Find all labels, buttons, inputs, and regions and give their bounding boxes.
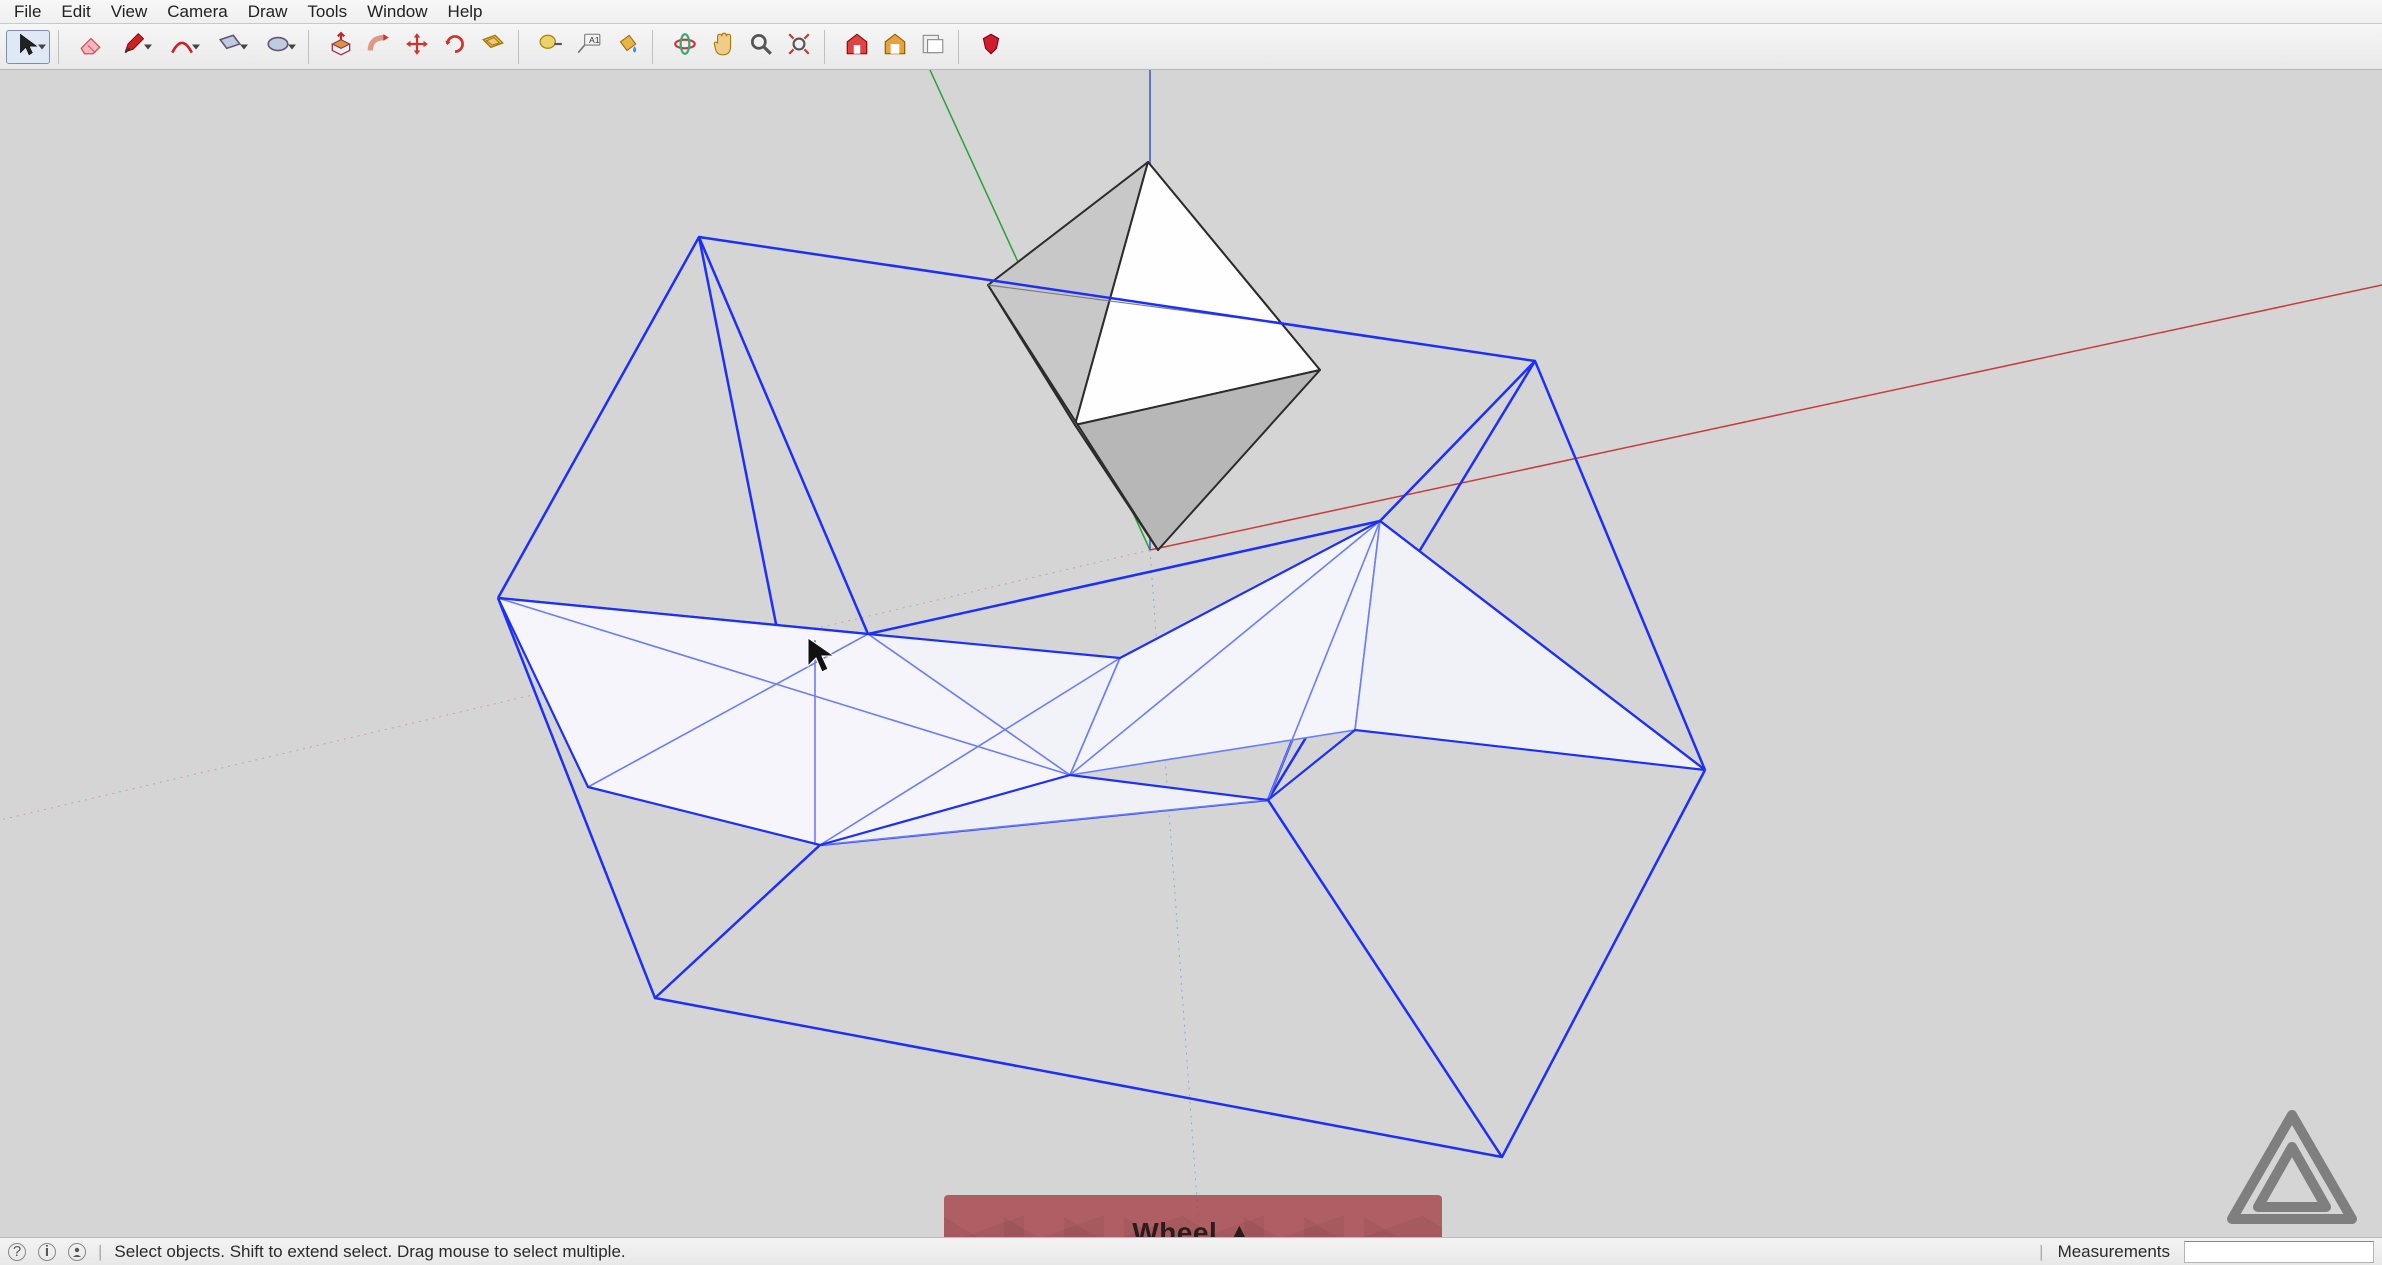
svg-text:A1: A1 bbox=[589, 35, 600, 45]
text-icon: A1 bbox=[576, 31, 602, 62]
hint-overlay: Wheel ▲ www.designerhacks.com bbox=[944, 1195, 1442, 1237]
pushpull-icon bbox=[328, 31, 354, 62]
status-sep: | bbox=[98, 1242, 102, 1262]
line-tool[interactable] bbox=[112, 30, 156, 64]
pan-icon bbox=[710, 31, 736, 62]
tape-icon bbox=[538, 31, 564, 62]
extension-tool[interactable] bbox=[878, 30, 912, 64]
menu-draw[interactable]: Draw bbox=[238, 0, 298, 24]
menu-edit[interactable]: Edit bbox=[51, 0, 100, 24]
zoom-tool[interactable] bbox=[744, 30, 778, 64]
toolbar-sep bbox=[58, 30, 66, 64]
rect-tool[interactable] bbox=[208, 30, 252, 64]
cursor-icon bbox=[15, 31, 41, 62]
rotate-tool[interactable] bbox=[438, 30, 472, 64]
rect-icon bbox=[217, 31, 243, 62]
offset-tool[interactable] bbox=[476, 30, 510, 64]
arc-icon bbox=[169, 31, 195, 62]
toolbar-sep bbox=[518, 30, 526, 64]
measurements-input[interactable] bbox=[2184, 1241, 2374, 1263]
arc-tool[interactable] bbox=[160, 30, 204, 64]
toolbar-sep bbox=[308, 30, 316, 64]
menu-help[interactable]: Help bbox=[438, 0, 493, 24]
circle-tool[interactable] bbox=[256, 30, 300, 64]
followme-icon bbox=[366, 31, 392, 62]
pushpull-tool[interactable] bbox=[324, 30, 358, 64]
paintbucket-icon bbox=[614, 31, 640, 62]
toolbar-sep bbox=[824, 30, 832, 64]
layout-tool[interactable] bbox=[916, 30, 950, 64]
menu-tools[interactable]: Tools bbox=[297, 0, 357, 24]
move-icon bbox=[404, 31, 430, 62]
paint-tool[interactable] bbox=[610, 30, 644, 64]
tape-tool[interactable] bbox=[534, 30, 568, 64]
model-canvas[interactable] bbox=[0, 70, 2382, 1237]
orbit-tool[interactable] bbox=[668, 30, 702, 64]
zoomextents-icon bbox=[786, 31, 812, 62]
viewport[interactable]: Wheel ▲ www.designerhacks.com bbox=[0, 70, 2382, 1237]
ruby-tool[interactable] bbox=[974, 30, 1008, 64]
pan-tool[interactable] bbox=[706, 30, 740, 64]
menu-camera[interactable]: Camera bbox=[157, 0, 237, 24]
offset-icon bbox=[480, 31, 506, 62]
octahedron[interactable] bbox=[988, 162, 1320, 550]
move-tool[interactable] bbox=[400, 30, 434, 64]
status-sep: | bbox=[2039, 1242, 2043, 1262]
pencil-icon bbox=[121, 31, 147, 62]
menu-view[interactable]: View bbox=[101, 0, 158, 24]
warehouse-icon bbox=[844, 31, 870, 62]
status-bar: ? i | Select objects. Shift to extend se… bbox=[0, 1237, 2382, 1265]
rotate-icon bbox=[442, 31, 468, 62]
help-icon[interactable]: ? bbox=[8, 1243, 26, 1261]
info-icon[interactable]: i bbox=[38, 1243, 56, 1261]
layout-icon bbox=[920, 31, 946, 62]
circle-icon bbox=[265, 31, 291, 62]
ruby-icon bbox=[978, 31, 1004, 62]
overlay-title: Wheel ▲ bbox=[1132, 1217, 1253, 1237]
watermark-logo bbox=[2222, 1107, 2362, 1227]
select-tool[interactable] bbox=[6, 30, 50, 64]
text-tool[interactable]: A1 bbox=[572, 30, 606, 64]
menu-file[interactable]: File bbox=[4, 0, 51, 24]
warehouse-tool[interactable] bbox=[840, 30, 874, 64]
toolbar-sep bbox=[652, 30, 660, 64]
warehouse2-icon bbox=[882, 31, 908, 62]
measurements-label: Measurements bbox=[2058, 1242, 2170, 1262]
zoom-icon bbox=[748, 31, 774, 62]
toolbar-sep bbox=[958, 30, 966, 64]
mid-surface[interactable] bbox=[498, 521, 1705, 845]
followme-tool[interactable] bbox=[362, 30, 396, 64]
orbit-icon bbox=[672, 31, 698, 62]
menu-bar: File Edit View Camera Draw Tools Window … bbox=[0, 0, 2382, 24]
zoomextents-tool[interactable] bbox=[782, 30, 816, 64]
status-hint: Select objects. Shift to extend select. … bbox=[114, 1242, 625, 1262]
eraser-tool[interactable] bbox=[74, 30, 108, 64]
menu-window[interactable]: Window bbox=[357, 0, 437, 24]
eraser-icon bbox=[78, 31, 104, 62]
user-icon[interactable] bbox=[68, 1243, 86, 1261]
toolbar: A1 bbox=[0, 24, 2382, 70]
